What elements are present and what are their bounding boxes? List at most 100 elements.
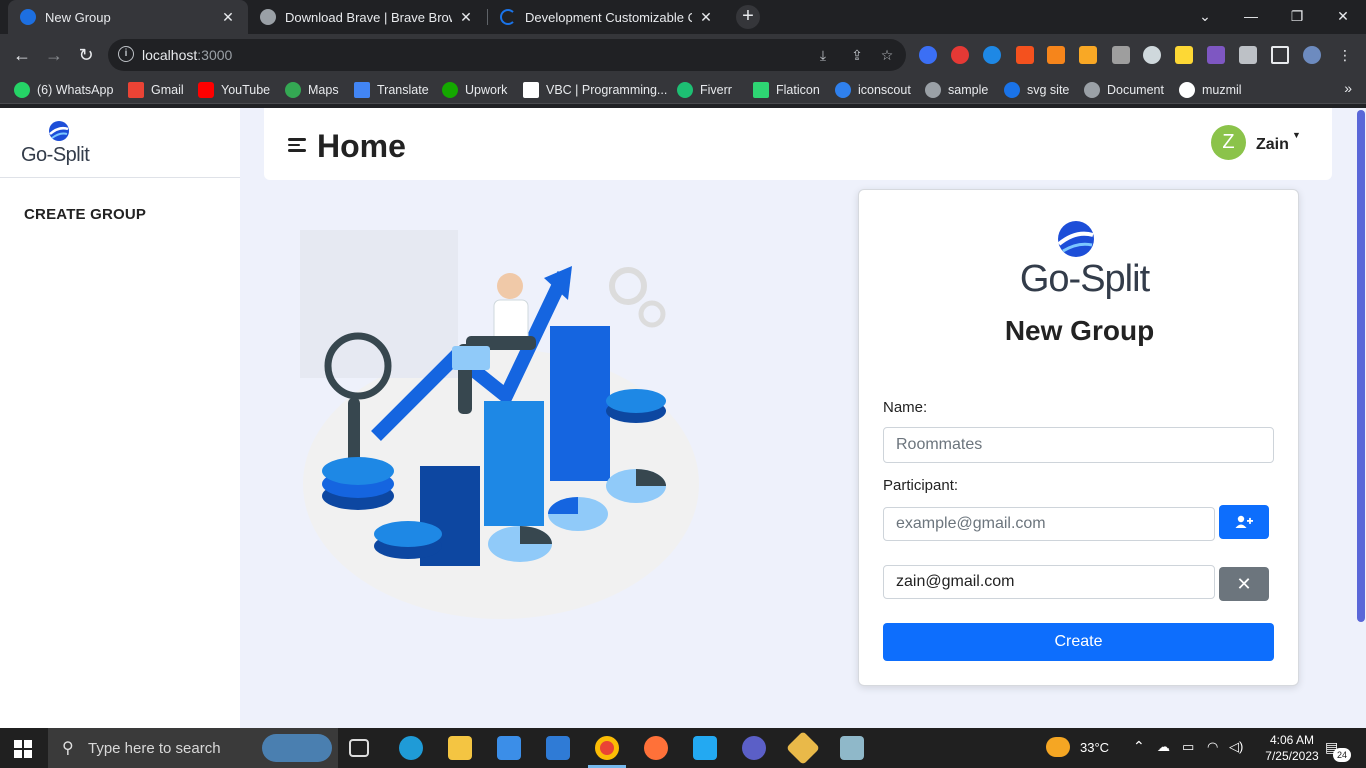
eyedropper-icon[interactable] (1112, 46, 1130, 64)
brand-name: Go-Split (1019, 258, 1150, 300)
bookmark-fiverr[interactable]: Fiverr (677, 82, 732, 98)
windows-start-icon[interactable] (14, 740, 32, 758)
bookmark-whatsapp[interactable]: (6) WhatsApp (14, 82, 113, 98)
extension-icon[interactable] (1016, 46, 1034, 64)
vscode-icon[interactable] (693, 736, 717, 760)
form-title: New Group (1004, 315, 1155, 346)
url-text: localhost:3000 (142, 47, 233, 63)
page-title: Home (317, 128, 406, 164)
fiverr-icon (677, 82, 693, 98)
globe-icon (925, 82, 941, 98)
minimize-icon[interactable]: — (1228, 0, 1274, 34)
svg-icon (1004, 82, 1020, 98)
side-panel-icon[interactable] (1271, 46, 1289, 64)
weather-icon[interactable] (1046, 737, 1070, 757)
mail-icon[interactable] (546, 736, 570, 760)
bookmark-sample[interactable]: sample (925, 82, 988, 98)
bookmark-svg-site[interactable]: svg site (1004, 82, 1069, 98)
close-tab-icon[interactable]: ✕ (458, 9, 474, 26)
bookmark-document[interactable]: Document (1084, 82, 1164, 98)
git-icon[interactable] (786, 731, 820, 765)
top-header: Home Z Zain ▼ (264, 108, 1332, 180)
bookmark-upwork[interactable]: Upwork (442, 82, 507, 98)
task-view-icon[interactable] (349, 739, 369, 757)
chevron-up-icon[interactable]: ⌃ (1133, 738, 1145, 755)
extension-icon[interactable] (983, 46, 1001, 64)
bookmark-gmail[interactable]: Gmail (128, 82, 184, 98)
pen-icon[interactable] (1175, 46, 1193, 64)
spinner-icon (500, 9, 516, 25)
restore-icon[interactable]: ❐ (1274, 0, 1320, 34)
battery-icon[interactable]: ▭ (1182, 739, 1194, 755)
notes-icon[interactable] (840, 736, 864, 760)
dolphin-search-art (262, 734, 332, 762)
go-split-favicon (20, 9, 36, 25)
participant-email-input[interactable] (883, 507, 1215, 541)
remove-participant-button[interactable]: ✕ (1219, 567, 1269, 601)
bookmark-star-icon[interactable]: ☆ (878, 46, 896, 64)
tab-search-icon[interactable]: ⌄ (1182, 0, 1228, 34)
close-tab-icon[interactable]: ✕ (698, 9, 714, 26)
weather-temp[interactable]: 33°C (1080, 740, 1109, 755)
system-clock[interactable]: 4:06 AM 7/25/2023 (1257, 732, 1327, 764)
taskbar-search[interactable]: ⚲ Type here to search (48, 728, 338, 768)
extension-icon[interactable] (1079, 46, 1097, 64)
extension-icon[interactable] (919, 46, 937, 64)
bookmark-iconscout[interactable]: iconscout (835, 82, 911, 98)
scrollbar-thumb[interactable] (1357, 110, 1365, 622)
app-icon[interactable] (742, 736, 766, 760)
extension-icon[interactable] (1143, 46, 1161, 64)
tab-new-group[interactable]: New Group ✕ (8, 0, 248, 34)
address-bar[interactable]: i localhost:3000 ⤓ ⇪ ☆ (108, 39, 906, 71)
new-tab-button[interactable]: + (736, 5, 760, 29)
wifi-icon[interactable]: ◠ (1207, 739, 1218, 755)
translate-icon (354, 82, 370, 98)
user-name[interactable]: Zain (1256, 136, 1289, 154)
reload-icon[interactable]: ↻ (73, 42, 99, 68)
create-group-button[interactable]: Create (883, 623, 1274, 661)
puzzle-icon[interactable] (1239, 46, 1257, 64)
page-scrollbar[interactable] (1356, 108, 1366, 728)
share-icon[interactable]: ⇪ (848, 46, 866, 64)
metamask-icon[interactable] (1047, 46, 1065, 64)
add-participant-button[interactable] (1219, 505, 1269, 539)
menu-icon[interactable]: ⋮ (1336, 46, 1354, 64)
bookmark-flaticon[interactable]: Flaticon (753, 82, 820, 98)
bookmark-translate[interactable]: Translate (354, 82, 429, 98)
sidebar-logo[interactable]: Go-Split (0, 108, 240, 178)
volume-icon[interactable]: ◁) (1229, 739, 1243, 755)
site-info-icon[interactable]: i (118, 46, 134, 62)
network-icon[interactable]: ☁ (1157, 739, 1170, 755)
forward-icon[interactable]: → (41, 42, 67, 68)
extension-icon[interactable] (1207, 46, 1225, 64)
participant-email-field[interactable] (883, 565, 1215, 599)
menu-toggle-icon[interactable] (288, 138, 306, 155)
user-avatar[interactable]: Z (1211, 125, 1246, 160)
maps-icon (285, 82, 301, 98)
bookmark-youtube[interactable]: YouTube (198, 82, 270, 98)
firefox-icon[interactable] (644, 736, 668, 760)
profile-avatar[interactable] (1303, 46, 1321, 64)
sidebar-item-create-group[interactable]: CREATE GROUP (24, 206, 146, 223)
close-window-icon[interactable]: ✕ (1320, 0, 1366, 34)
tab-brave[interactable]: Download Brave | Brave Browser ✕ (248, 0, 486, 34)
participant-label: Participant: (883, 477, 959, 494)
back-icon[interactable]: ← (9, 42, 35, 68)
go-split-logo-icon (1057, 221, 1094, 257)
bookmark-maps[interactable]: Maps (285, 82, 339, 98)
install-icon[interactable]: ⤓ (814, 46, 832, 64)
adblock-icon[interactable] (951, 46, 969, 64)
chevron-down-icon[interactable]: ▼ (1292, 130, 1301, 140)
bookmark-muzmil[interactable]: muzmil (1179, 82, 1242, 98)
tab-development[interactable]: Development Customizable Carto ✕ (488, 0, 726, 34)
search-icon: ⚲ (62, 740, 74, 757)
edge-icon[interactable] (399, 736, 423, 760)
group-name-input[interactable] (883, 427, 1274, 463)
close-tab-icon[interactable]: ✕ (220, 9, 236, 26)
bookmark-vbc[interactable]: VBC | Programming... (523, 82, 667, 98)
chrome-icon[interactable] (595, 736, 619, 760)
name-label: Name: (883, 399, 928, 416)
bookmarks-overflow-icon[interactable]: » (1344, 80, 1352, 96)
file-explorer-icon[interactable] (448, 736, 472, 760)
store-icon[interactable] (497, 736, 521, 760)
